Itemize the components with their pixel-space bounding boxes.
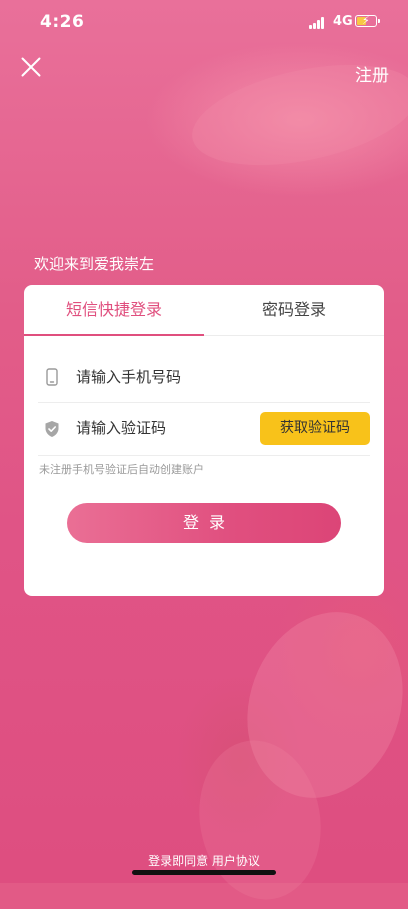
verification-code-input[interactable] — [76, 413, 246, 443]
status-bar: 4:26 4G ⚡ — [0, 0, 408, 44]
shield-check-icon — [45, 421, 59, 437]
login-card: 短信快捷登录 密码登录 获取验证码 未注册手机号验证后自动创建账户 登录 — [24, 285, 384, 596]
phone-icon — [46, 368, 58, 386]
register-button[interactable]: 注册 — [355, 61, 389, 86]
close-icon[interactable] — [16, 52, 46, 82]
auto-register-hint: 未注册手机号验证后自动创建账户 — [39, 463, 204, 476]
agreement-prefix: 登录即同意 — [148, 854, 209, 868]
login-tabs: 短信快捷登录 密码登录 — [24, 285, 384, 336]
user-agreement-link[interactable]: 用户协议 — [212, 854, 260, 868]
signal-strength-icon — [309, 17, 327, 29]
home-indicator[interactable] — [132, 870, 276, 875]
phone-row — [38, 352, 370, 403]
status-time: 4:26 — [40, 12, 85, 32]
tab-sms-login[interactable]: 短信快捷登录 — [24, 285, 204, 335]
tab-password-login[interactable]: 密码登录 — [204, 285, 384, 335]
login-button[interactable]: 登录 — [67, 503, 341, 543]
phone-input[interactable] — [76, 362, 246, 392]
active-tab-indicator — [24, 334, 204, 336]
code-row: 获取验证码 — [38, 403, 370, 456]
get-code-button[interactable]: 获取验证码 — [260, 412, 370, 445]
battery-icon: ⚡ — [355, 14, 380, 27]
welcome-text: 欢迎来到爱我崇左 — [34, 255, 155, 273]
agreement-text: 登录即同意 用户协议 — [0, 852, 408, 869]
network-type: 4G — [333, 14, 353, 29]
